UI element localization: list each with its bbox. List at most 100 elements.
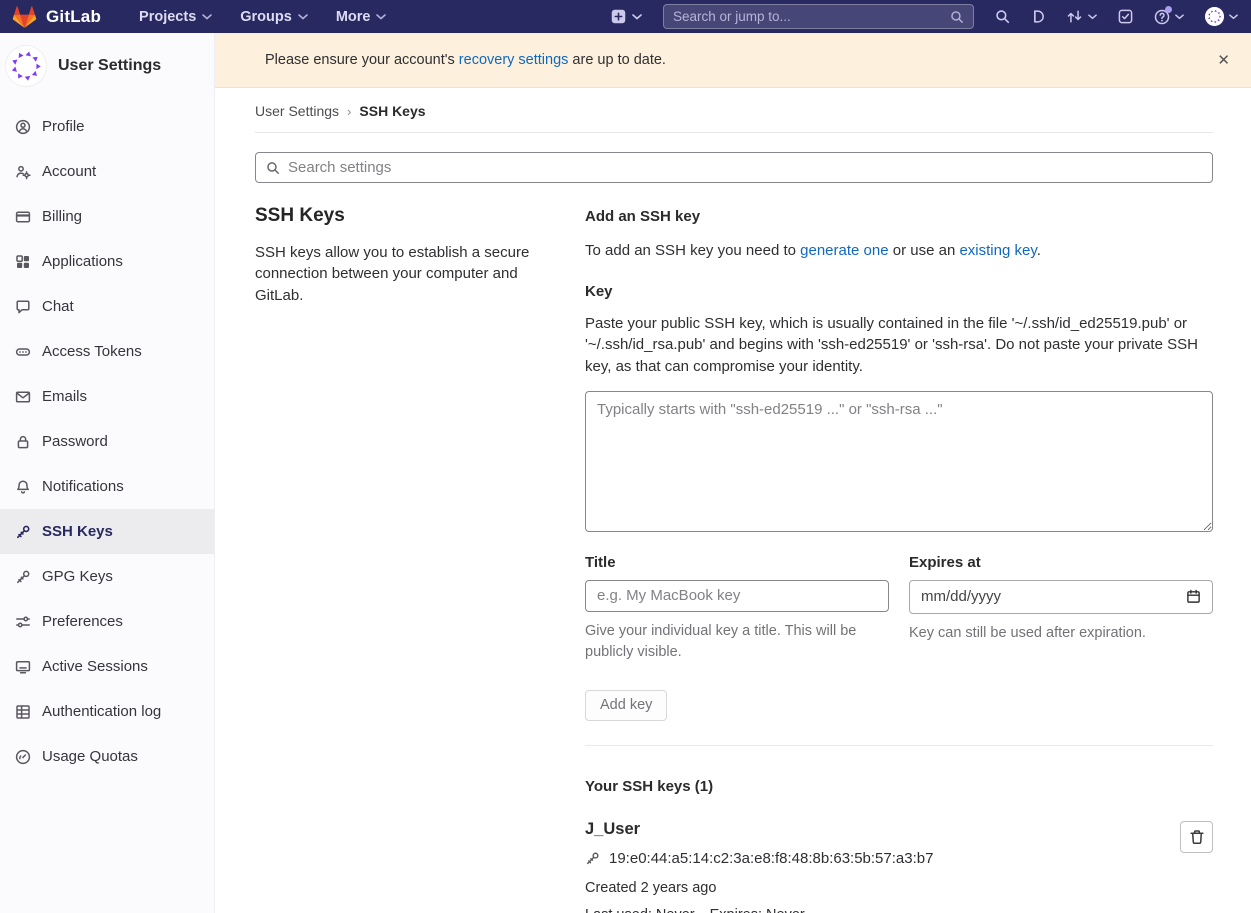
access-tokens-icon: [15, 344, 31, 360]
delete-key-button[interactable]: [1180, 821, 1213, 853]
add-ssh-key-heading: Add an SSH key: [585, 208, 1213, 225]
breadcrumb: User Settings › SSH Keys: [255, 103, 1213, 119]
chevron-down-icon: [298, 14, 308, 20]
sidebar-item-gpg-keys[interactable]: GPG Keys: [0, 554, 214, 599]
help-icon: [1154, 9, 1170, 25]
settings-search-placeholder: Search settings: [288, 159, 391, 176]
ssh-key-created: Created 2 years ago: [585, 880, 1163, 896]
ssh-key-list-item: J_User 19:e0:44:a5:14:c2:3a:e8:f8:48:8b:…: [585, 820, 1213, 913]
todo-button[interactable]: [1118, 9, 1133, 24]
sidebar-item-emails[interactable]: Emails: [0, 374, 214, 419]
sidebar-item-account[interactable]: Account: [0, 149, 214, 194]
chevron-down-icon: [1175, 14, 1184, 20]
merge-requests-icon: [1066, 9, 1083, 24]
breadcrumb-user-settings[interactable]: User Settings: [255, 103, 339, 119]
alert-close-button[interactable]: ✕: [1211, 47, 1236, 74]
help-button[interactable]: [1154, 9, 1184, 25]
ssh-key-form-section: Add an SSH key To add an SSH key you nee…: [585, 205, 1213, 913]
expires-field-group: Expires at mm/dd/yyyy Key can still be u…: [909, 554, 1213, 663]
ssh-key-expires: Expires: Never: [710, 907, 805, 913]
nav-more[interactable]: More: [324, 4, 399, 30]
chevron-down-icon: [1229, 14, 1238, 20]
issues-button[interactable]: [1031, 9, 1045, 24]
sidebar-item-usage-quotas[interactable]: Usage Quotas: [0, 734, 214, 779]
breadcrumb-current: SSH Keys: [359, 103, 425, 119]
sidebar-item-access-tokens[interactable]: Access Tokens: [0, 329, 214, 374]
brand-name: GitLab: [46, 7, 101, 27]
page-title: SSH Keys: [255, 205, 560, 227]
add-key-button[interactable]: Add key: [585, 690, 667, 721]
sidebar-item-authentication-log[interactable]: Authentication log: [0, 689, 214, 734]
sidebar-header: User Settings: [0, 33, 214, 98]
search-icon: [266, 161, 280, 175]
sidebar-item-ssh-keys[interactable]: SSH Keys: [0, 509, 214, 554]
form-intro: To add an SSH key you need to generate o…: [585, 240, 1213, 261]
key-icon: [585, 851, 600, 866]
ssh-key-title: J_User: [585, 820, 1163, 839]
expires-label: Expires at: [909, 554, 1213, 571]
nav-projects[interactable]: Projects: [127, 4, 224, 30]
generate-one-link[interactable]: generate one: [800, 242, 888, 259]
merge-requests-button[interactable]: [1066, 9, 1097, 24]
settings-sidebar: User Settings Profile Account Billing Ap…: [0, 33, 215, 913]
recovery-alert-banner: Please ensure your account's recovery se…: [215, 33, 1251, 88]
plus-icon: [611, 9, 626, 24]
top-navbar: GitLab Projects Groups More: [0, 0, 1251, 33]
sidebar-item-preferences[interactable]: Preferences: [0, 599, 214, 644]
user-avatar: [1205, 7, 1224, 26]
navbar-right: Search or jump to...: [611, 4, 1238, 29]
search-icon: [950, 10, 964, 24]
sidebar-item-active-sessions[interactable]: Active Sessions: [0, 644, 214, 689]
existing-key-link[interactable]: existing key: [959, 242, 1036, 259]
gpg-keys-icon: [15, 569, 31, 585]
notification-dot: [1165, 6, 1172, 13]
sidebar-item-billing[interactable]: Billing: [0, 194, 214, 239]
nav-groups[interactable]: Groups: [228, 4, 320, 30]
user-settings-avatar: [6, 46, 46, 86]
search-icon: [995, 9, 1010, 24]
recovery-settings-link[interactable]: recovery settings: [459, 52, 569, 68]
profile-icon: [15, 119, 31, 135]
sidebar-item-profile[interactable]: Profile: [0, 104, 214, 149]
main-content: Please ensure your account's recovery se…: [215, 33, 1251, 913]
title-field-group: Title Give your individual key a title. …: [585, 554, 889, 663]
section-intro: SSH Keys SSH keys allow you to establish…: [255, 205, 560, 913]
ssh-keys-icon: [15, 524, 31, 540]
your-ssh-keys-heading: Your SSH keys (1): [585, 778, 1213, 795]
issues-icon: [1031, 9, 1045, 24]
tanuki-icon: [12, 5, 37, 29]
global-search-input[interactable]: Search or jump to...: [663, 4, 974, 29]
applications-icon: [15, 254, 31, 270]
date-placeholder: mm/dd/yyyy: [921, 588, 1186, 605]
expires-hint: Key can still be used after expiration.: [909, 623, 1213, 644]
search-button[interactable]: [995, 9, 1010, 24]
settings-search-input[interactable]: Search settings: [255, 152, 1213, 183]
trash-icon: [1189, 829, 1205, 845]
sidebar-item-applications[interactable]: Applications: [0, 239, 214, 284]
sidebar-item-chat[interactable]: Chat: [0, 284, 214, 329]
calendar-icon[interactable]: [1186, 589, 1201, 604]
global-search-placeholder: Search or jump to...: [673, 9, 942, 24]
ssh-key-last-used: Last used: Never: [585, 907, 695, 913]
account-icon: [15, 164, 31, 180]
sidebar-item-notifications[interactable]: Notifications: [0, 464, 214, 509]
close-icon: ✕: [1217, 52, 1230, 69]
alert-text: Please ensure your account's recovery se…: [265, 52, 666, 68]
title-label: Title: [585, 554, 889, 571]
ssh-key-fingerprint-row: 19:e0:44:a5:14:c2:3a:e8:f8:48:8b:63:5b:5…: [585, 850, 1163, 867]
ssh-key-textarea[interactable]: [585, 391, 1213, 532]
key-help-text: Paste your public SSH key, which is usua…: [585, 313, 1213, 377]
password-icon: [15, 434, 31, 450]
gitlab-logo[interactable]: GitLab: [12, 5, 101, 29]
title-input[interactable]: [585, 580, 889, 612]
authentication-log-icon: [15, 704, 31, 720]
sidebar-item-password[interactable]: Password: [0, 419, 214, 464]
user-menu-button[interactable]: [1205, 7, 1238, 26]
breadcrumb-divider: [255, 132, 1213, 133]
new-menu-button[interactable]: [611, 9, 642, 24]
navbar-menu: Projects Groups More: [127, 4, 398, 30]
ssh-key-fingerprint: 19:e0:44:a5:14:c2:3a:e8:f8:48:8b:63:5b:5…: [609, 850, 933, 867]
expires-date-input[interactable]: mm/dd/yyyy: [909, 580, 1213, 614]
notifications-icon: [15, 479, 31, 495]
chevron-down-icon: [1088, 14, 1097, 20]
